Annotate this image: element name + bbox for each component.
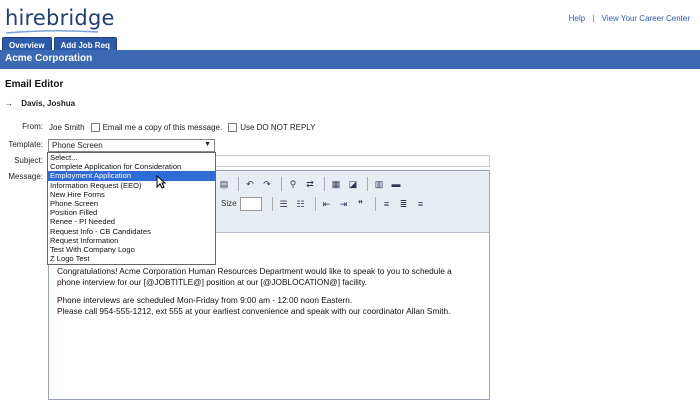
align-left-icon[interactable]: ≡: [380, 197, 394, 211]
toolbar-divider: [314, 196, 316, 211]
indent-icon[interactable]: ⇥: [337, 197, 351, 211]
redo-icon[interactable]: ↷: [260, 177, 274, 191]
from-value: Joe Smith: [49, 123, 85, 132]
recipient: → Davis, Joshua: [5, 99, 75, 108]
template-option[interactable]: New Hire Forms: [48, 190, 215, 199]
subject-input[interactable]: [215, 155, 490, 167]
template-option[interactable]: Position Filled: [48, 208, 215, 217]
page-title: Email Editor: [5, 79, 64, 90]
horizontal-rule-icon[interactable]: ▬: [389, 177, 403, 191]
template-select[interactable]: Phone Screen ▼: [48, 139, 215, 152]
size-label: Size: [221, 199, 237, 208]
toolbar-row-1: ▤ ↶ ↷ ⚲ ⇄ ▦ ◪ ▥ ▬: [217, 175, 406, 192]
toolbar-divider: [367, 176, 368, 191]
message-body[interactable]: Congratulations! Acme Corporation Human …: [57, 266, 487, 324]
logo-swoosh-icon: [5, 29, 99, 34]
email-copy-label: Email me a copy of this message.: [102, 123, 223, 132]
template-option[interactable]: Select...: [48, 153, 215, 162]
template-option[interactable]: Complete Application for Consideration: [48, 162, 215, 171]
mouse-cursor-icon: [156, 175, 166, 189]
align-center-icon[interactable]: ≣: [397, 197, 411, 211]
template-option[interactable]: Phone Screen: [48, 199, 215, 208]
subject-label: Subject:: [14, 156, 43, 165]
toolbar-divider: [271, 196, 273, 211]
toolbar-divider: [281, 176, 282, 191]
template-option[interactable]: Request Info - CB Candidates: [48, 227, 215, 236]
toolbar-divider: [374, 196, 376, 211]
message-label: Message:: [8, 172, 43, 181]
from-row: Joe Smith Email me a copy of this messag…: [49, 123, 315, 132]
from-label: From:: [22, 122, 43, 131]
eraser-icon[interactable]: ◪: [346, 177, 360, 191]
find-icon[interactable]: ⚲: [286, 177, 300, 191]
toolbar-divider: [238, 176, 239, 191]
template-label: Template:: [8, 140, 43, 149]
message-line: Please call 954-555-1212, ext 555 at you…: [57, 306, 451, 316]
template-option[interactable]: Test With Company Logo: [48, 245, 215, 254]
chevron-down-icon[interactable]: ▼: [204, 141, 211, 148]
template-option[interactable]: Renee - PI Needed: [48, 217, 215, 226]
message-line: Phone interviews are scheduled Mon-Frida…: [57, 295, 353, 305]
align-right-icon[interactable]: ≡: [414, 197, 428, 211]
help-link[interactable]: Help: [569, 14, 585, 23]
email-copy-checkbox[interactable]: [90, 123, 100, 132]
message-line: phone interview for our [@JOBTITLE@] pos…: [57, 277, 368, 287]
do-not-reply-checkbox[interactable]: [228, 123, 238, 132]
outdent-icon[interactable]: ⇤: [320, 197, 334, 211]
toolbar-divider: [324, 176, 325, 191]
top-links: Help | View Your Career Center: [569, 14, 690, 23]
template-selected-value: Phone Screen: [52, 141, 103, 150]
undo-icon[interactable]: ↶: [243, 177, 257, 191]
blockquote-icon[interactable]: ❞: [354, 197, 368, 211]
recipient-name: Davis, Joshua: [21, 99, 76, 108]
link-separator: |: [592, 14, 595, 23]
company-banner: Acme Corporation: [0, 50, 700, 69]
template-option[interactable]: Request Information: [48, 236, 215, 245]
arrow-right-icon: →: [5, 99, 13, 108]
template-option-highlighted[interactable]: Employment Application: [48, 171, 215, 181]
numbered-list-icon[interactable]: ☰: [277, 197, 291, 211]
replace-icon[interactable]: ⇄: [303, 177, 317, 191]
do-not-reply-label: Use DO NOT REPLY: [240, 123, 316, 132]
bulleted-list-icon[interactable]: ☷: [294, 197, 308, 211]
career-center-link[interactable]: View Your Career Center: [602, 14, 690, 23]
template-dropdown-list: Select... Complete Application for Consi…: [47, 152, 216, 265]
template-option[interactable]: Information Request (EEO): [48, 181, 215, 190]
table-icon[interactable]: ▥: [372, 177, 386, 191]
hirebridge-logo[interactable]: hirebridge: [5, 6, 115, 30]
toolbar-row-2: Size ☰ ☷ ⇤ ⇥ ❞ ≡ ≣ ≡: [217, 195, 431, 212]
message-line: Congratulations! Acme Corporation Human …: [57, 266, 452, 276]
font-size-select[interactable]: [239, 196, 262, 211]
template-option[interactable]: Z Logo Test: [48, 254, 215, 263]
select-all-icon[interactable]: ▦: [329, 177, 343, 191]
paste-icon[interactable]: ▤: [217, 177, 231, 191]
